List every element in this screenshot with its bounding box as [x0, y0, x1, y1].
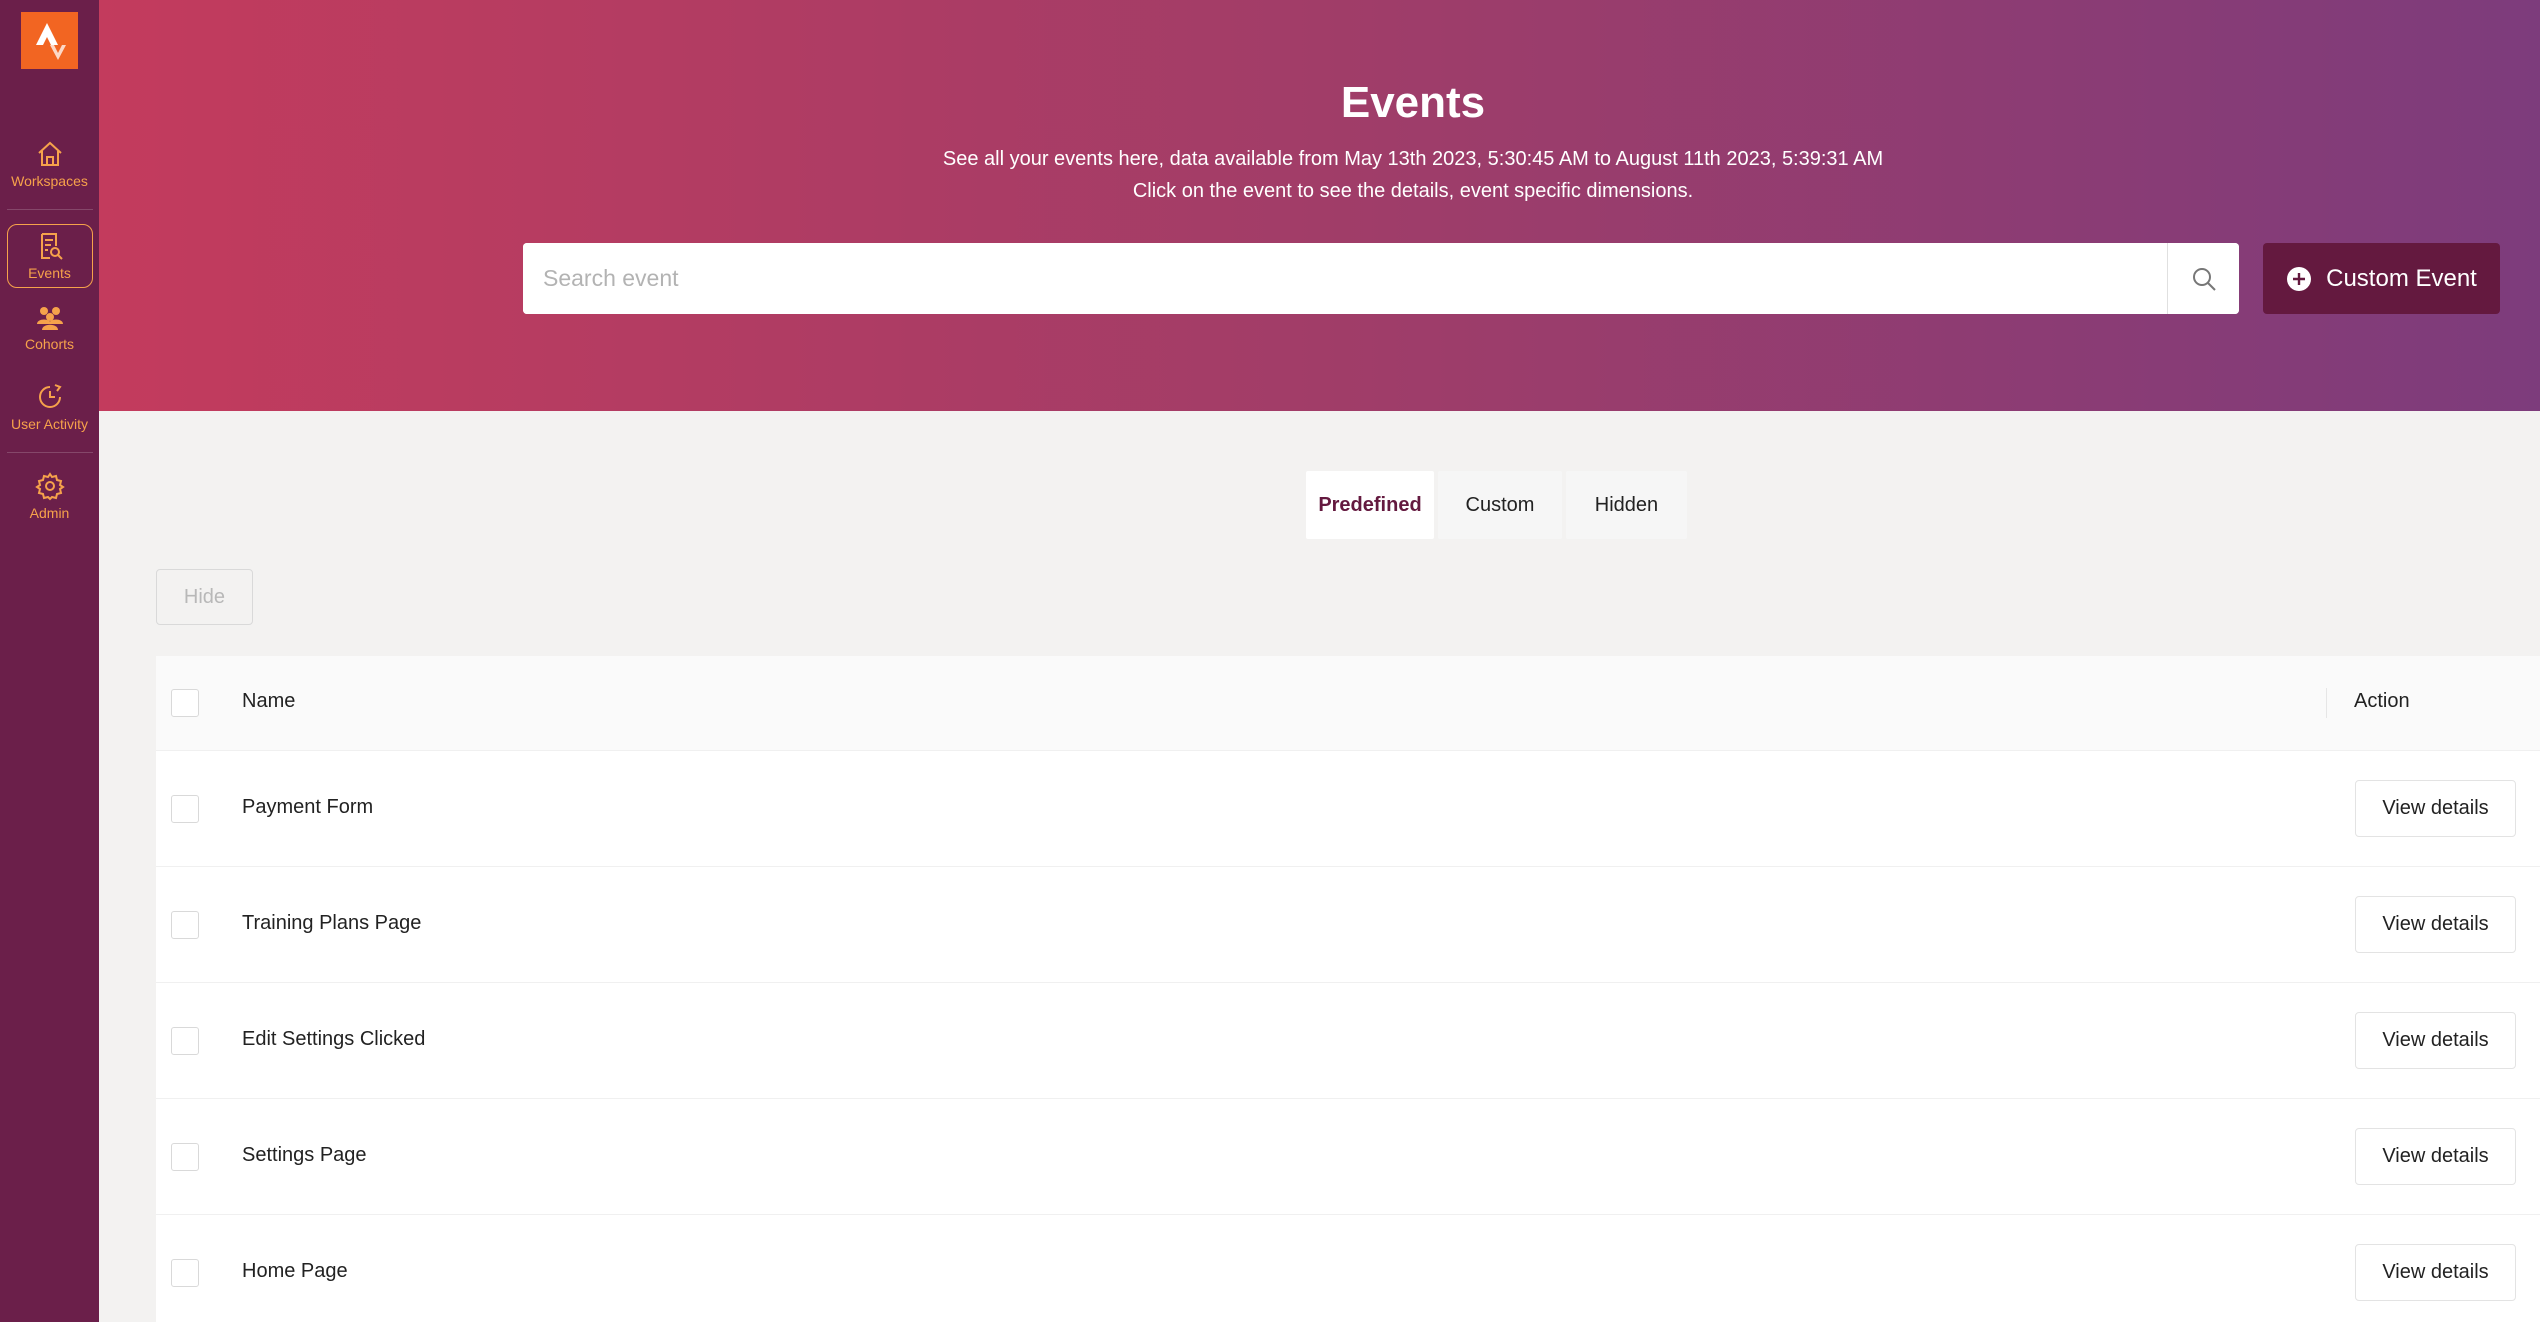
sidebar-item-label: User Activity [10, 416, 88, 432]
event-name: Training Plans Page [242, 912, 422, 934]
table-row[interactable]: Edit Settings Clicked View details [156, 983, 2540, 1099]
page-subtitle: See all your events here, data available… [942, 148, 1884, 170]
sidebar-item-events[interactable]: Events [6, 224, 93, 288]
gear-icon [34, 472, 65, 501]
page-header: Events See all your events here, data av… [99, 0, 2540, 411]
custom-event-button[interactable]: Custom Event [2263, 243, 2500, 314]
sidebar-item-label: Cohorts [24, 336, 75, 352]
event-name: Edit Settings Clicked [242, 1028, 426, 1050]
users-icon [36, 307, 63, 330]
row-checkbox[interactable] [171, 1259, 199, 1287]
sidebar-item-user-activity[interactable]: User Activity [7, 382, 93, 432]
table-row[interactable]: Payment Form View details [156, 751, 2540, 867]
page-subtitle-hint: Click on the event to see the details, e… [1132, 180, 1694, 202]
event-tabs: Predefined Custom Hidden [1306, 471, 1687, 539]
table-row[interactable]: Training Plans Page View details [156, 867, 2540, 983]
strava-logo-icon [35, 22, 66, 60]
row-checkbox[interactable] [171, 1143, 199, 1171]
search-input[interactable] [523, 243, 2167, 314]
sidebar-item-admin[interactable]: Admin [7, 471, 93, 521]
events-icon [40, 233, 63, 260]
table-row[interactable]: Home Page View details [156, 1215, 2540, 1322]
sidebar-divider [6, 209, 93, 210]
search-bar [523, 243, 2239, 314]
sidebar-item-label: Events [28, 265, 71, 281]
search-button[interactable] [2167, 243, 2239, 314]
view-details-button[interactable]: View details [2355, 1012, 2516, 1069]
view-details-button[interactable]: View details [2355, 780, 2516, 837]
view-details-button[interactable]: View details [2355, 1244, 2516, 1301]
event-name: Payment Form [242, 796, 374, 818]
row-checkbox[interactable] [171, 911, 199, 939]
hide-button[interactable]: Hide [156, 569, 253, 625]
page-title: Events [1340, 78, 1486, 127]
events-table: Name Action Payment Form View details Tr… [156, 656, 2540, 1322]
sidebar-item-label: Admin [29, 505, 70, 521]
view-details-button[interactable]: View details [2355, 896, 2516, 953]
event-name: Home Page [242, 1260, 348, 1282]
row-checkbox[interactable] [171, 1027, 199, 1055]
column-header-name: Name [242, 690, 296, 712]
sidebar-divider [6, 452, 93, 453]
tab-hidden[interactable]: Hidden [1566, 471, 1687, 539]
view-details-button[interactable]: View details [2355, 1128, 2516, 1185]
tab-predefined[interactable]: Predefined [1306, 471, 1434, 539]
column-header-action: Action [2354, 690, 2410, 712]
event-name: Settings Page [242, 1144, 367, 1166]
table-header: Name Action [156, 656, 2540, 751]
column-divider [2326, 688, 2327, 718]
select-all-checkbox[interactable] [171, 689, 199, 717]
sidebar-item-cohorts[interactable]: Cohorts [7, 302, 93, 352]
plus-circle-icon [2287, 266, 2312, 291]
search-icon [2192, 267, 2216, 291]
app-logo[interactable] [21, 12, 78, 69]
table-row[interactable]: Settings Page View details [156, 1099, 2540, 1215]
activity-icon [38, 384, 62, 408]
tab-custom[interactable]: Custom [1438, 471, 1562, 539]
row-checkbox[interactable] [171, 795, 199, 823]
custom-event-label: Custom Event [2326, 264, 2477, 292]
